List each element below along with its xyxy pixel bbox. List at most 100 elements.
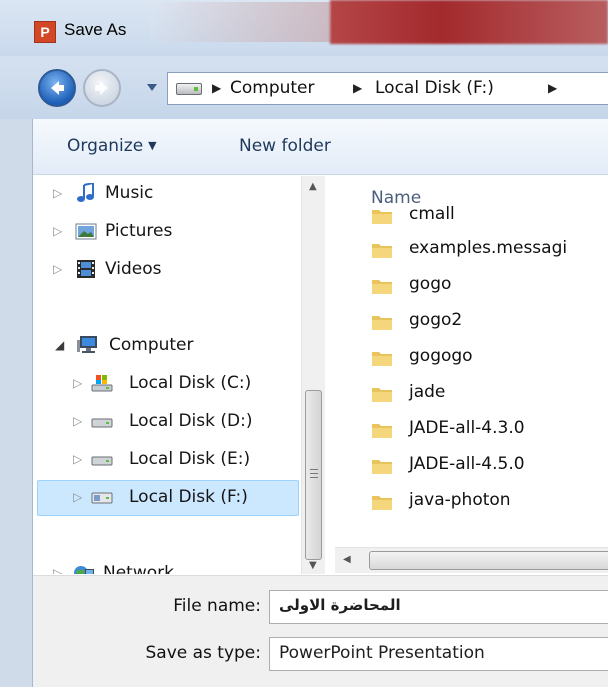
file-row[interactable]: jade: [371, 376, 608, 412]
tree-item-pictures[interactable]: ▷ Pictures: [33, 214, 299, 250]
scrollbar-thumb[interactable]: [369, 551, 608, 570]
tree-item-label: Videos: [105, 259, 162, 279]
drive-icon: [91, 418, 113, 428]
tree-item-label: Pictures: [105, 221, 173, 241]
tree-item-videos[interactable]: ▷ Videos: [33, 252, 299, 288]
tree-item-label: Local Disk (F:): [129, 487, 248, 507]
folder-icon: [372, 388, 392, 402]
scroll-up-icon[interactable]: ▲: [309, 181, 317, 192]
tree-item-label: Local Disk (C:): [129, 373, 252, 393]
file-row[interactable]: gogo: [371, 268, 608, 304]
title-bar[interactable]: P Save As: [0, 0, 608, 56]
file-name: JADE-all-4.5.0: [409, 454, 525, 474]
file-list-horizontal-scrollbar[interactable]: ◀: [335, 547, 608, 573]
breadcrumb-separator-icon[interactable]: ▶: [548, 81, 557, 95]
file-name-value: المحاضرة الاولى: [279, 596, 401, 614]
folder-icon: [372, 280, 392, 294]
file-row[interactable]: JADE-all-4.3.0: [371, 412, 608, 448]
save-as-type-value: PowerPoint Presentation: [279, 643, 485, 663]
breadcrumb-separator-icon[interactable]: ▶: [212, 81, 221, 95]
window-title: Save As: [64, 20, 127, 39]
file-name: cmall: [409, 204, 455, 224]
folder-icon: [372, 424, 392, 438]
drive-icon: [91, 492, 113, 504]
network-icon: [74, 566, 94, 574]
save-as-type-label: Save as type:: [145, 643, 261, 663]
tree-item-label: Network: [103, 563, 174, 574]
folder-icon: [372, 244, 392, 258]
file-name: java-photon: [409, 490, 511, 510]
file-name: jade: [409, 382, 446, 402]
title-bar-background: [150, 2, 330, 42]
forward-button[interactable]: [83, 69, 121, 107]
scroll-down-icon[interactable]: ▼: [309, 560, 317, 571]
breadcrumb-computer[interactable]: Computer: [230, 78, 315, 98]
scrollbar-thumb[interactable]: [305, 390, 322, 560]
tree-item-label: Music: [105, 183, 154, 203]
folder-icon: [372, 316, 392, 330]
tree-item-local-disk-d[interactable]: ▷ Local Disk (D:): [33, 404, 299, 440]
file-list[interactable]: Name cmall examples.messagi gogo gogo2 g…: [335, 176, 608, 556]
file-name: examples.messagi: [409, 238, 568, 258]
folder-icon: [372, 352, 392, 366]
system-drive-icon: [91, 375, 113, 392]
navigation-bar: ▶ Computer ▶ Local Disk (F:) ▶: [0, 56, 608, 119]
save-as-type-select[interactable]: PowerPoint Presentation: [269, 637, 608, 671]
chevron-down-icon: ▼: [148, 139, 157, 152]
expand-arrow-icon[interactable]: ▷: [53, 566, 62, 574]
expand-arrow-icon[interactable]: ▷: [73, 452, 82, 466]
drive-icon: [176, 83, 202, 95]
file-row[interactable]: examples.messagi: [371, 232, 608, 268]
computer-icon: [77, 336, 97, 353]
collapse-arrow-icon[interactable]: ◢: [55, 338, 64, 352]
music-icon: [77, 183, 94, 202]
breadcrumb-separator-icon[interactable]: ▶: [353, 81, 362, 95]
expand-arrow-icon[interactable]: ▷: [73, 490, 82, 504]
address-bar[interactable]: ▶ Computer ▶ Local Disk (F:) ▶: [167, 72, 608, 105]
tree-item-computer[interactable]: ◢ Computer: [33, 328, 299, 364]
file-name: gogogo: [409, 346, 473, 366]
file-name-input[interactable]: المحاضرة الاولى: [269, 590, 608, 624]
file-name: gogo: [409, 274, 452, 294]
back-button[interactable]: [38, 69, 76, 107]
drive-icon: [91, 456, 113, 466]
tree-item-label: Local Disk (D:): [129, 411, 253, 431]
scroll-left-icon[interactable]: ◀: [343, 554, 351, 565]
tree-item-local-disk-e[interactable]: ▷ Local Disk (E:): [33, 442, 299, 478]
organize-label: Organize: [67, 136, 144, 156]
file-name: JADE-all-4.3.0: [409, 418, 525, 438]
navigation-pane[interactable]: ▷ Music ▷ Pictures ▷ Videos ◢ Computer ▷…: [33, 176, 299, 574]
videos-icon: [77, 260, 95, 278]
new-folder-button[interactable]: New folder: [239, 136, 331, 156]
file-name-label: File name:: [173, 596, 261, 616]
expand-arrow-icon[interactable]: ▷: [73, 376, 82, 390]
expand-arrow-icon[interactable]: ▷: [53, 224, 62, 238]
tree-item-music[interactable]: ▷ Music: [33, 176, 299, 212]
file-row[interactable]: cmall: [371, 198, 608, 234]
tree-item-label: Computer: [109, 335, 194, 355]
tree-item-local-disk-c[interactable]: ▷ Local Disk (C:): [33, 366, 299, 402]
tree-item-local-disk-f[interactable]: ▷ Local Disk (F:): [33, 480, 299, 516]
breadcrumb-local-disk-f[interactable]: Local Disk (F:): [375, 78, 494, 98]
tree-item-network[interactable]: ▷ Network: [33, 556, 299, 574]
folder-icon: [372, 496, 392, 510]
grip-line: [310, 477, 318, 478]
file-row[interactable]: JADE-all-4.5.0: [371, 448, 608, 484]
file-row[interactable]: gogogo: [371, 340, 608, 376]
arrow-left-icon: [51, 81, 64, 95]
file-row[interactable]: gogo2: [371, 304, 608, 340]
recent-locations-dropdown-icon[interactable]: [147, 84, 157, 92]
grip-line: [310, 473, 318, 474]
grip-line: [310, 469, 318, 470]
expand-arrow-icon[interactable]: ▷: [73, 414, 82, 428]
powerpoint-app-icon: P: [34, 21, 56, 43]
folder-icon: [372, 210, 392, 224]
expand-arrow-icon[interactable]: ▷: [53, 262, 62, 276]
expand-arrow-icon[interactable]: ▷: [53, 186, 62, 200]
file-row[interactable]: java-photon: [371, 484, 608, 520]
file-name: gogo2: [409, 310, 463, 330]
nav-pane-scrollbar[interactable]: ▲ ▼: [301, 176, 325, 574]
save-fields: File name: المحاضرة الاولى Save as type:…: [33, 575, 608, 687]
tree-item-label: Local Disk (E:): [129, 449, 251, 469]
organize-button[interactable]: Organize ▼: [67, 136, 157, 156]
